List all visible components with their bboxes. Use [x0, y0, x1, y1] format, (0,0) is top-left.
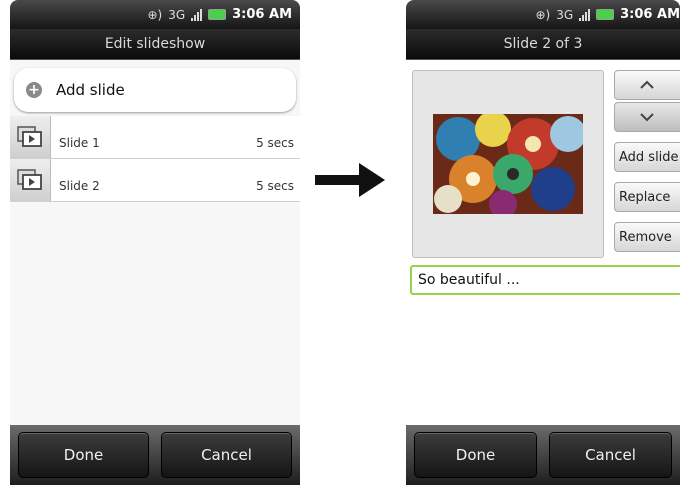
- bottom-action-bar: Done Cancel: [10, 425, 300, 485]
- move-down-button[interactable]: [614, 102, 680, 132]
- add-slide-label: Add slide: [56, 81, 125, 99]
- network-type: 3G: [556, 7, 574, 22]
- signal-icon: [579, 8, 591, 21]
- status-bar: ⊕) 3G 3:06 AM: [406, 0, 680, 29]
- slide-list-area: + Add slide Slide 1 5 secs Slide 2 5 sec…: [10, 60, 300, 425]
- bottom-action-bar: Done Cancel: [406, 425, 680, 485]
- status-time: 3:06 AM: [620, 7, 680, 22]
- gps-icon: ⊕): [535, 7, 551, 22]
- caption-input[interactable]: So beautiful ...: [410, 265, 680, 295]
- plus-icon: +: [26, 82, 42, 98]
- done-button[interactable]: Done: [414, 432, 537, 478]
- list-item[interactable]: Slide 2 5 secs: [10, 159, 300, 202]
- chevron-up-icon: [640, 80, 654, 89]
- slide-editor-screen: ⊕) 3G 3:06 AM Slide 2 of 3 Add slide Rep…: [406, 0, 680, 485]
- slide-play-icon: [10, 159, 51, 201]
- slide-preview[interactable]: [412, 70, 604, 258]
- slide-name: Slide 1: [59, 136, 100, 150]
- cancel-button[interactable]: Cancel: [161, 432, 292, 478]
- done-button[interactable]: Done: [18, 432, 149, 478]
- cancel-button[interactable]: Cancel: [549, 432, 672, 478]
- slide-name: Slide 2: [59, 179, 100, 193]
- network-type: 3G: [168, 7, 186, 22]
- page-title: Slide 2 of 3: [406, 29, 680, 60]
- list-item[interactable]: Slide 1 5 secs: [10, 116, 300, 159]
- replace-button[interactable]: Replace: [614, 182, 680, 212]
- battery-icon: [596, 9, 615, 20]
- add-slide-button[interactable]: + Add slide: [14, 68, 296, 112]
- edit-slideshow-screen: ⊕) 3G 3:06 AM Edit slideshow + Add slide…: [10, 0, 300, 485]
- chevron-down-icon: [640, 113, 654, 122]
- slide-play-icon: [10, 116, 51, 158]
- move-up-button[interactable]: [614, 70, 680, 100]
- add-slide-button[interactable]: Add slide: [614, 142, 680, 172]
- signal-icon: [191, 8, 203, 21]
- gps-icon: ⊕): [147, 7, 163, 22]
- slide-editor-area: Add slide Replace Remove So beautiful ..…: [406, 60, 680, 425]
- status-bar: ⊕) 3G 3:06 AM: [10, 0, 300, 29]
- page-title: Edit slideshow: [10, 29, 300, 60]
- slide-duration: 5 secs: [256, 136, 294, 150]
- slide-list: Slide 1 5 secs Slide 2 5 secs: [10, 116, 300, 202]
- battery-icon: [208, 9, 227, 20]
- right-arrow-icon: [315, 163, 385, 197]
- slide-duration: 5 secs: [256, 179, 294, 193]
- remove-button[interactable]: Remove: [614, 222, 680, 252]
- slide-image: [433, 114, 583, 214]
- status-time: 3:06 AM: [232, 7, 292, 22]
